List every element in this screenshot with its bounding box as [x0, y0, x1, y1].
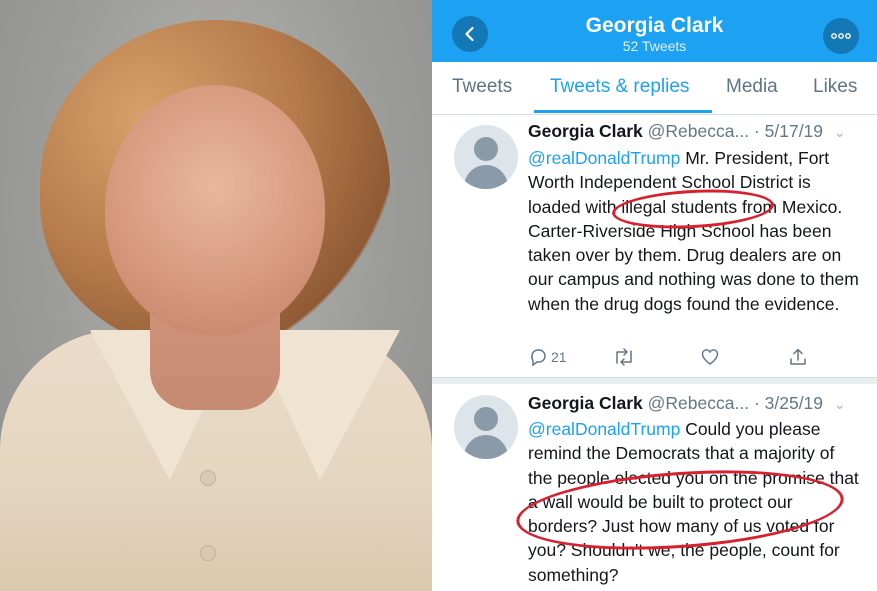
tweet-actions: 21 — [528, 347, 828, 369]
photo-shirt-button — [200, 470, 216, 486]
tweet-count: 52 Tweets — [622, 38, 687, 54]
tweet-header: Georgia Clark @Rebecca... · 5/17/19 ⌄ — [528, 121, 846, 142]
reply-count: 21 — [551, 349, 567, 365]
chevron-down-icon[interactable]: ⌄ — [834, 124, 846, 140]
tweet-text: @realDonaldTrump Could you please remind… — [528, 417, 863, 587]
more-icon — [831, 33, 851, 39]
profile-name: Georgia Clark — [585, 14, 724, 37]
tweet-handle-date: @Rebecca... · 5/17/19 — [647, 121, 824, 141]
tweet-author-name[interactable]: Georgia Clark — [528, 393, 643, 413]
mention-link[interactable]: @realDonaldTrump — [528, 148, 680, 168]
share-icon — [790, 348, 806, 365]
like-icon — [701, 349, 719, 365]
share-button[interactable] — [788, 347, 808, 367]
tweet-author-name[interactable]: Georgia Clark — [528, 121, 643, 141]
like-button[interactable] — [700, 347, 720, 367]
tab-tweets-replies[interactable]: Tweets & replies — [550, 76, 689, 98]
tweet-text: @realDonaldTrump Mr. President, Fort Wor… — [528, 146, 863, 316]
profile-tabs: Tweets Tweets & replies Media Likes — [432, 62, 877, 115]
photo-face — [105, 85, 325, 335]
tab-tweets[interactable]: Tweets — [452, 76, 512, 98]
tweet-header: Georgia Clark @Rebecca... · 3/25/19 ⌄ — [528, 393, 846, 414]
profile-photo — [0, 0, 432, 591]
chevron-down-icon[interactable]: ⌄ — [834, 396, 846, 412]
tab-media[interactable]: Media — [726, 76, 778, 98]
avatar[interactable] — [454, 395, 518, 459]
more-button[interactable] — [823, 18, 859, 54]
photo-shirt-button — [200, 545, 216, 561]
reply-button[interactable]: 21 — [528, 347, 567, 367]
tab-likes[interactable]: Likes — [813, 76, 857, 98]
tweet-body: Mr. President, Fort Worth Independent Sc… — [528, 148, 859, 314]
tweet[interactable]: Georgia Clark @Rebecca... · 3/25/19 ⌄ @r… — [432, 383, 877, 591]
retweet-button[interactable] — [612, 347, 636, 367]
avatar[interactable] — [454, 125, 518, 189]
tweet[interactable]: Georgia Clark @Rebecca... · 5/17/19 ⌄ @r… — [432, 115, 877, 377]
mention-link[interactable]: @realDonaldTrump — [528, 419, 680, 439]
profile-header: Georgia Clark 52 Tweets — [432, 0, 877, 62]
active-tab-indicator — [534, 110, 712, 113]
reply-icon — [531, 349, 546, 367]
retweet-icon — [616, 348, 632, 366]
tweet-handle-date: @Rebecca... · 3/25/19 — [647, 393, 824, 413]
tweet-body: Could you please remind the Democrats th… — [528, 419, 859, 585]
twitter-profile-panel: Georgia Clark 52 Tweets Tweets Tweets & … — [432, 0, 877, 591]
